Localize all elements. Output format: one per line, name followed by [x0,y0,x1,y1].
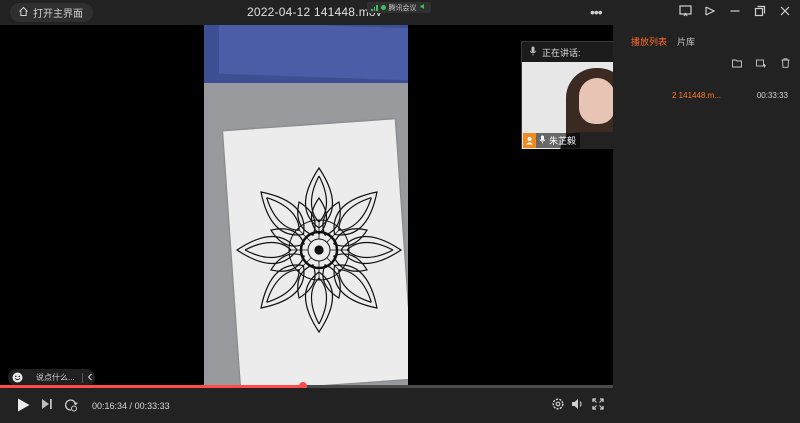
open-folder-icon[interactable] [732,58,742,68]
collapse-chevron-icon[interactable] [87,373,93,383]
playlist-item-duration: 00:33:33 [756,91,788,100]
more-options-button[interactable]: ••• [590,4,603,20]
loop-mode-icon[interactable] [64,398,78,412]
current-time: 00:16:34 [92,401,128,411]
restore-icon[interactable] [753,4,767,18]
meeting-app-label: 腾讯会议 [388,4,417,12]
speaker-name-tag: 朱芷毅 [523,133,581,148]
player-controls: 00:16:34 / 00:33:33 [0,388,613,423]
speaker-name: 朱芷毅 [549,136,577,146]
close-icon[interactable] [778,4,792,18]
settings-icon[interactable] [552,398,564,410]
volume-icon[interactable] [571,398,584,410]
total-time: 00:33:33 [134,401,170,411]
emoji-icon[interactable] [12,372,23,383]
add-file-icon[interactable] [756,58,766,68]
signal-icon [371,4,378,11]
meeting-status-badge[interactable]: 腾讯会议 [367,2,431,13]
microphone-icon [529,46,537,58]
screen-cast-icon[interactable] [678,4,692,18]
minimize-icon[interactable] [728,4,742,18]
video-frame [204,25,408,385]
mandala-drawing [236,166,402,333]
open-main-window-label: 打开主界面 [33,9,83,20]
host-icon [523,133,536,148]
comment-placeholder: 说点什么... [36,373,75,382]
playlist-item[interactable]: 2 141448.m... 00:33:33 [613,88,800,104]
fullscreen-icon[interactable] [592,398,604,410]
playlist-sidebar: 播放列表 片库 2 141448.m... 00:33:33 [613,25,800,423]
delete-icon[interactable] [780,58,790,68]
next-icon[interactable] [41,398,53,410]
pin-icon[interactable] [703,4,717,18]
time-readout: 00:16:34 / 00:33:33 [92,401,170,411]
title-bar: 打开主界面 2022-04-12 141448.mov 腾讯会议 ••• [0,0,800,25]
comment-box[interactable]: 说点什么... [8,369,95,385]
playlist-item-name: 2 141448.m... [672,91,721,100]
speaker-volume-icon [420,3,427,12]
tab-library[interactable]: 片库 [677,35,695,48]
play-icon[interactable] [17,398,30,412]
recording-dot-icon [380,5,386,10]
window-title: 2022-04-12 141448.mov [247,5,382,19]
home-icon [18,6,29,20]
speaking-label: 正在讲话: [542,47,581,58]
mic-active-icon [539,135,546,146]
tab-playlist[interactable]: 播放列表 [631,35,667,48]
open-main-window-button[interactable]: 打开主界面 [10,3,93,22]
